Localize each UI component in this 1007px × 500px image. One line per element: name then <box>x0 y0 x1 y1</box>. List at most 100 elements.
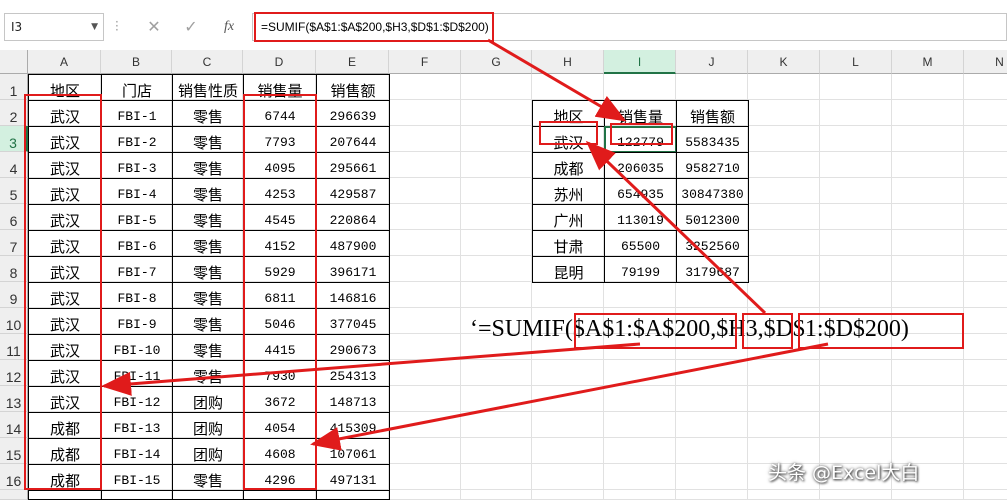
function-icon[interactable]: fx <box>216 14 242 40</box>
left-table-cell[interactable]: 零售 <box>172 334 244 361</box>
left-table-cell[interactable]: 零售 <box>172 256 244 283</box>
grid-cell[interactable] <box>604 360 676 386</box>
column-header-n[interactable]: N <box>964 50 1007 74</box>
grid-cell[interactable] <box>964 308 1007 334</box>
grid-cell[interactable] <box>389 360 461 386</box>
left-table-cell[interactable]: 成都 <box>28 490 102 500</box>
left-table-cell[interactable]: 146816 <box>316 282 390 309</box>
grid-cell[interactable] <box>461 100 532 126</box>
grid-cell[interactable] <box>532 282 604 308</box>
grid-cell[interactable] <box>389 204 461 230</box>
left-table-cell[interactable]: FBI-14 <box>101 438 173 465</box>
left-table-cell[interactable]: 零售 <box>172 308 244 335</box>
grid-cell[interactable] <box>820 178 892 204</box>
grid-cell[interactable] <box>820 412 892 438</box>
left-table-cell[interactable]: 零售 <box>172 100 244 127</box>
grid-cell[interactable] <box>461 438 532 464</box>
grid-cell[interactable] <box>820 126 892 152</box>
right-table-cell[interactable]: 3179687 <box>676 256 749 283</box>
grid-cell[interactable] <box>964 126 1007 152</box>
grid-cell[interactable] <box>604 412 676 438</box>
grid-cell[interactable] <box>748 126 820 152</box>
grid-cell[interactable] <box>389 178 461 204</box>
name-box[interactable]: I3 ▼ <box>4 13 104 41</box>
chevron-down-icon[interactable]: ▼ <box>91 14 98 40</box>
left-table-cell[interactable]: 零售 <box>172 230 244 257</box>
right-table-cell[interactable]: 成都 <box>532 152 605 179</box>
grid-cell[interactable] <box>892 126 964 152</box>
left-table-cell[interactable]: FBI-13 <box>101 412 173 439</box>
grid-cell[interactable] <box>389 490 461 500</box>
right-table-cell[interactable]: 30847380 <box>676 178 749 205</box>
grid-cell[interactable] <box>748 74 820 100</box>
left-table-header[interactable]: 销售性质 <box>172 74 244 101</box>
column-header-j[interactable]: J <box>676 50 748 74</box>
grid-cell[interactable] <box>532 438 604 464</box>
drag-handle-icon[interactable]: · · · <box>115 16 121 36</box>
grid-cell[interactable] <box>676 386 748 412</box>
grid-cell[interactable] <box>964 204 1007 230</box>
grid-cell[interactable] <box>532 464 604 490</box>
left-table-cell[interactable]: FBI-3 <box>101 152 173 179</box>
left-table-cell[interactable]: 207644 <box>316 126 390 153</box>
right-table-cell[interactable]: 昆明 <box>532 256 605 283</box>
grid-cell[interactable] <box>676 438 748 464</box>
right-table-cell[interactable]: 79199 <box>604 256 677 283</box>
grid-cell[interactable] <box>389 152 461 178</box>
grid-cell[interactable] <box>461 386 532 412</box>
grid-cell[interactable] <box>389 386 461 412</box>
grid-cell[interactable] <box>532 386 604 412</box>
column-header-h[interactable]: H <box>532 50 604 74</box>
grid-cell[interactable] <box>461 152 532 178</box>
column-header-d[interactable]: D <box>243 50 316 74</box>
grid-cell[interactable] <box>389 282 461 308</box>
grid-cell[interactable] <box>748 490 820 500</box>
column-header-i[interactable]: I <box>604 50 676 74</box>
left-table-cell[interactable]: FBI-2 <box>101 126 173 153</box>
left-table-cell[interactable]: FBI-10 <box>101 334 173 361</box>
grid-cell[interactable] <box>748 360 820 386</box>
grid-cell[interactable] <box>892 490 964 500</box>
grid-cell[interactable] <box>964 152 1007 178</box>
grid-cell[interactable] <box>461 360 532 386</box>
right-table-cell[interactable]: 65500 <box>604 230 677 257</box>
grid-cell[interactable] <box>892 178 964 204</box>
column-header-f[interactable]: F <box>389 50 461 74</box>
grid-cell[interactable] <box>820 230 892 256</box>
left-table-cell[interactable]: 487900 <box>316 230 390 257</box>
left-table-cell[interactable]: 497131 <box>316 464 390 491</box>
grid-cell[interactable] <box>892 282 964 308</box>
grid-cell[interactable] <box>389 464 461 490</box>
select-all-corner[interactable] <box>0 50 28 74</box>
left-table-cell[interactable]: 零售 <box>172 204 244 231</box>
grid-cell[interactable] <box>892 152 964 178</box>
left-table-cell[interactable]: 295661 <box>316 152 390 179</box>
left-table-cell[interactable]: FBI-1 <box>101 100 173 127</box>
column-header-m[interactable]: M <box>892 50 964 74</box>
left-table-cell[interactable]: 377045 <box>316 308 390 335</box>
grid-cell[interactable] <box>389 308 461 334</box>
column-header-a[interactable]: A <box>28 50 101 74</box>
left-table-cell[interactable]: 254313 <box>316 360 390 387</box>
grid-cell[interactable] <box>820 204 892 230</box>
grid-cell[interactable] <box>892 100 964 126</box>
left-table-cell[interactable]: 429587 <box>316 178 390 205</box>
left-table-cell[interactable]: 团购 <box>172 386 244 413</box>
grid-cell[interactable] <box>461 204 532 230</box>
right-table-cell[interactable]: 9582710 <box>676 152 749 179</box>
grid-cell[interactable] <box>389 438 461 464</box>
check-icon[interactable]: ✓ <box>178 14 204 40</box>
column-header-l[interactable]: L <box>820 50 892 74</box>
left-table-cell[interactable]: 零售 <box>172 464 244 491</box>
grid-cell[interactable] <box>604 464 676 490</box>
grid-cell[interactable] <box>964 386 1007 412</box>
left-table-cell[interactable]: FBI-7 <box>101 256 173 283</box>
grid-cell[interactable] <box>461 126 532 152</box>
left-table-cell[interactable]: 零售 <box>172 282 244 309</box>
right-table-cell[interactable]: 苏州 <box>532 178 605 205</box>
left-table-cell[interactable]: 团购 <box>172 438 244 465</box>
column-header-c[interactable]: C <box>172 50 243 74</box>
right-table-cell[interactable]: 5012300 <box>676 204 749 231</box>
left-table-cell[interactable]: FBI-11 <box>101 360 173 387</box>
grid-cell[interactable] <box>676 412 748 438</box>
